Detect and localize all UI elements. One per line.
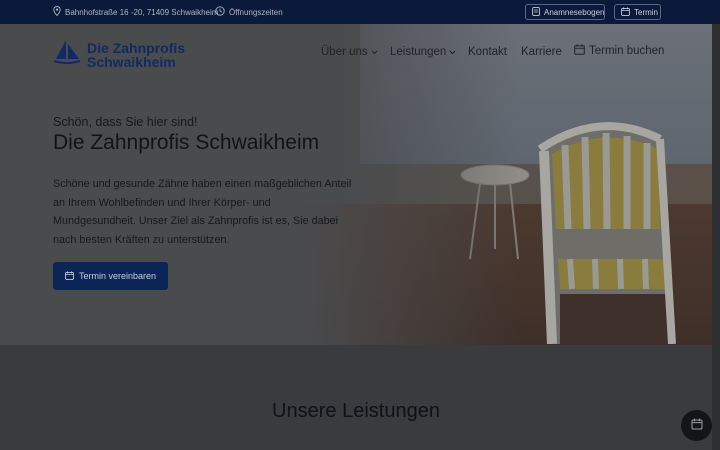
- calendar-icon: [621, 6, 630, 18]
- termin-top-button[interactable]: Termin: [614, 4, 661, 20]
- top-bar: Bahnhofstraße 16 -20, 71409 Schwaikheim …: [0, 0, 720, 24]
- calendar-icon: [691, 417, 703, 435]
- calendar-icon: [574, 44, 585, 58]
- nav-item-kontakt[interactable]: Kontakt: [468, 44, 507, 60]
- nav-item-termin-buchen[interactable]: Termin buchen: [574, 43, 664, 59]
- brand-line1: Die Zahnprofis: [87, 39, 186, 56]
- calendar-icon: [65, 270, 74, 282]
- nav-label: Termin buchen: [589, 45, 665, 57]
- document-icon: [532, 6, 540, 18]
- nav-label: Leistungen: [390, 46, 447, 58]
- nav-label: Kontakt: [468, 46, 507, 58]
- sailboat-icon: [53, 38, 81, 71]
- hero-paragraph: Schöne und gesunde Zähne haben einen maß…: [53, 178, 352, 246]
- hours-text: Öffnungszeiten: [229, 7, 283, 17]
- chevron-down-icon: [371, 46, 378, 58]
- nav-item-leistungen[interactable]: Leistungen: [390, 44, 456, 60]
- services-title: Unsere Leistungen: [272, 400, 440, 422]
- hero-title: Die Zahnprofis Schwaikheim: [53, 131, 320, 154]
- floating-calendar-button[interactable]: [681, 410, 712, 441]
- address-item: Bahnhofstraße 16 -20, 71409 Schwaikheim: [53, 0, 218, 24]
- nav-label: Karriere: [521, 46, 562, 58]
- clock-icon: [215, 6, 225, 18]
- brand-logo[interactable]: Die Zahnprofis Schwaikheim: [53, 38, 185, 71]
- hero-subtitle: Schön, dass Sie hier sind!: [53, 115, 198, 129]
- termin-vereinbaren-button[interactable]: Termin vereinbaren: [53, 262, 168, 290]
- brand-line2: Schwaikheim: [87, 53, 176, 70]
- nav-label: Über uns: [321, 46, 368, 58]
- chevron-down-icon: [449, 46, 456, 58]
- scrollbar-track[interactable]: [712, 24, 720, 450]
- location-pin-icon: [53, 6, 61, 18]
- nav-item-ueber-uns[interactable]: Über uns: [321, 44, 378, 60]
- hero-section: Die Zahnprofis Schwaikheim Über uns Leis…: [0, 24, 720, 345]
- hours-link[interactable]: Öffnungszeiten: [215, 0, 283, 24]
- anamnese-button[interactable]: Anamnesebogen: [525, 4, 605, 20]
- address-text: Bahnhofstraße 16 -20, 71409 Schwaikheim: [65, 7, 219, 17]
- termin-top-label: Termin: [634, 7, 659, 17]
- nav-item-karriere[interactable]: Karriere: [521, 44, 562, 60]
- anamnese-label: Anamnesebogen: [544, 7, 605, 17]
- hero-image: [300, 24, 720, 345]
- cta-label: Termin vereinbaren: [78, 271, 157, 281]
